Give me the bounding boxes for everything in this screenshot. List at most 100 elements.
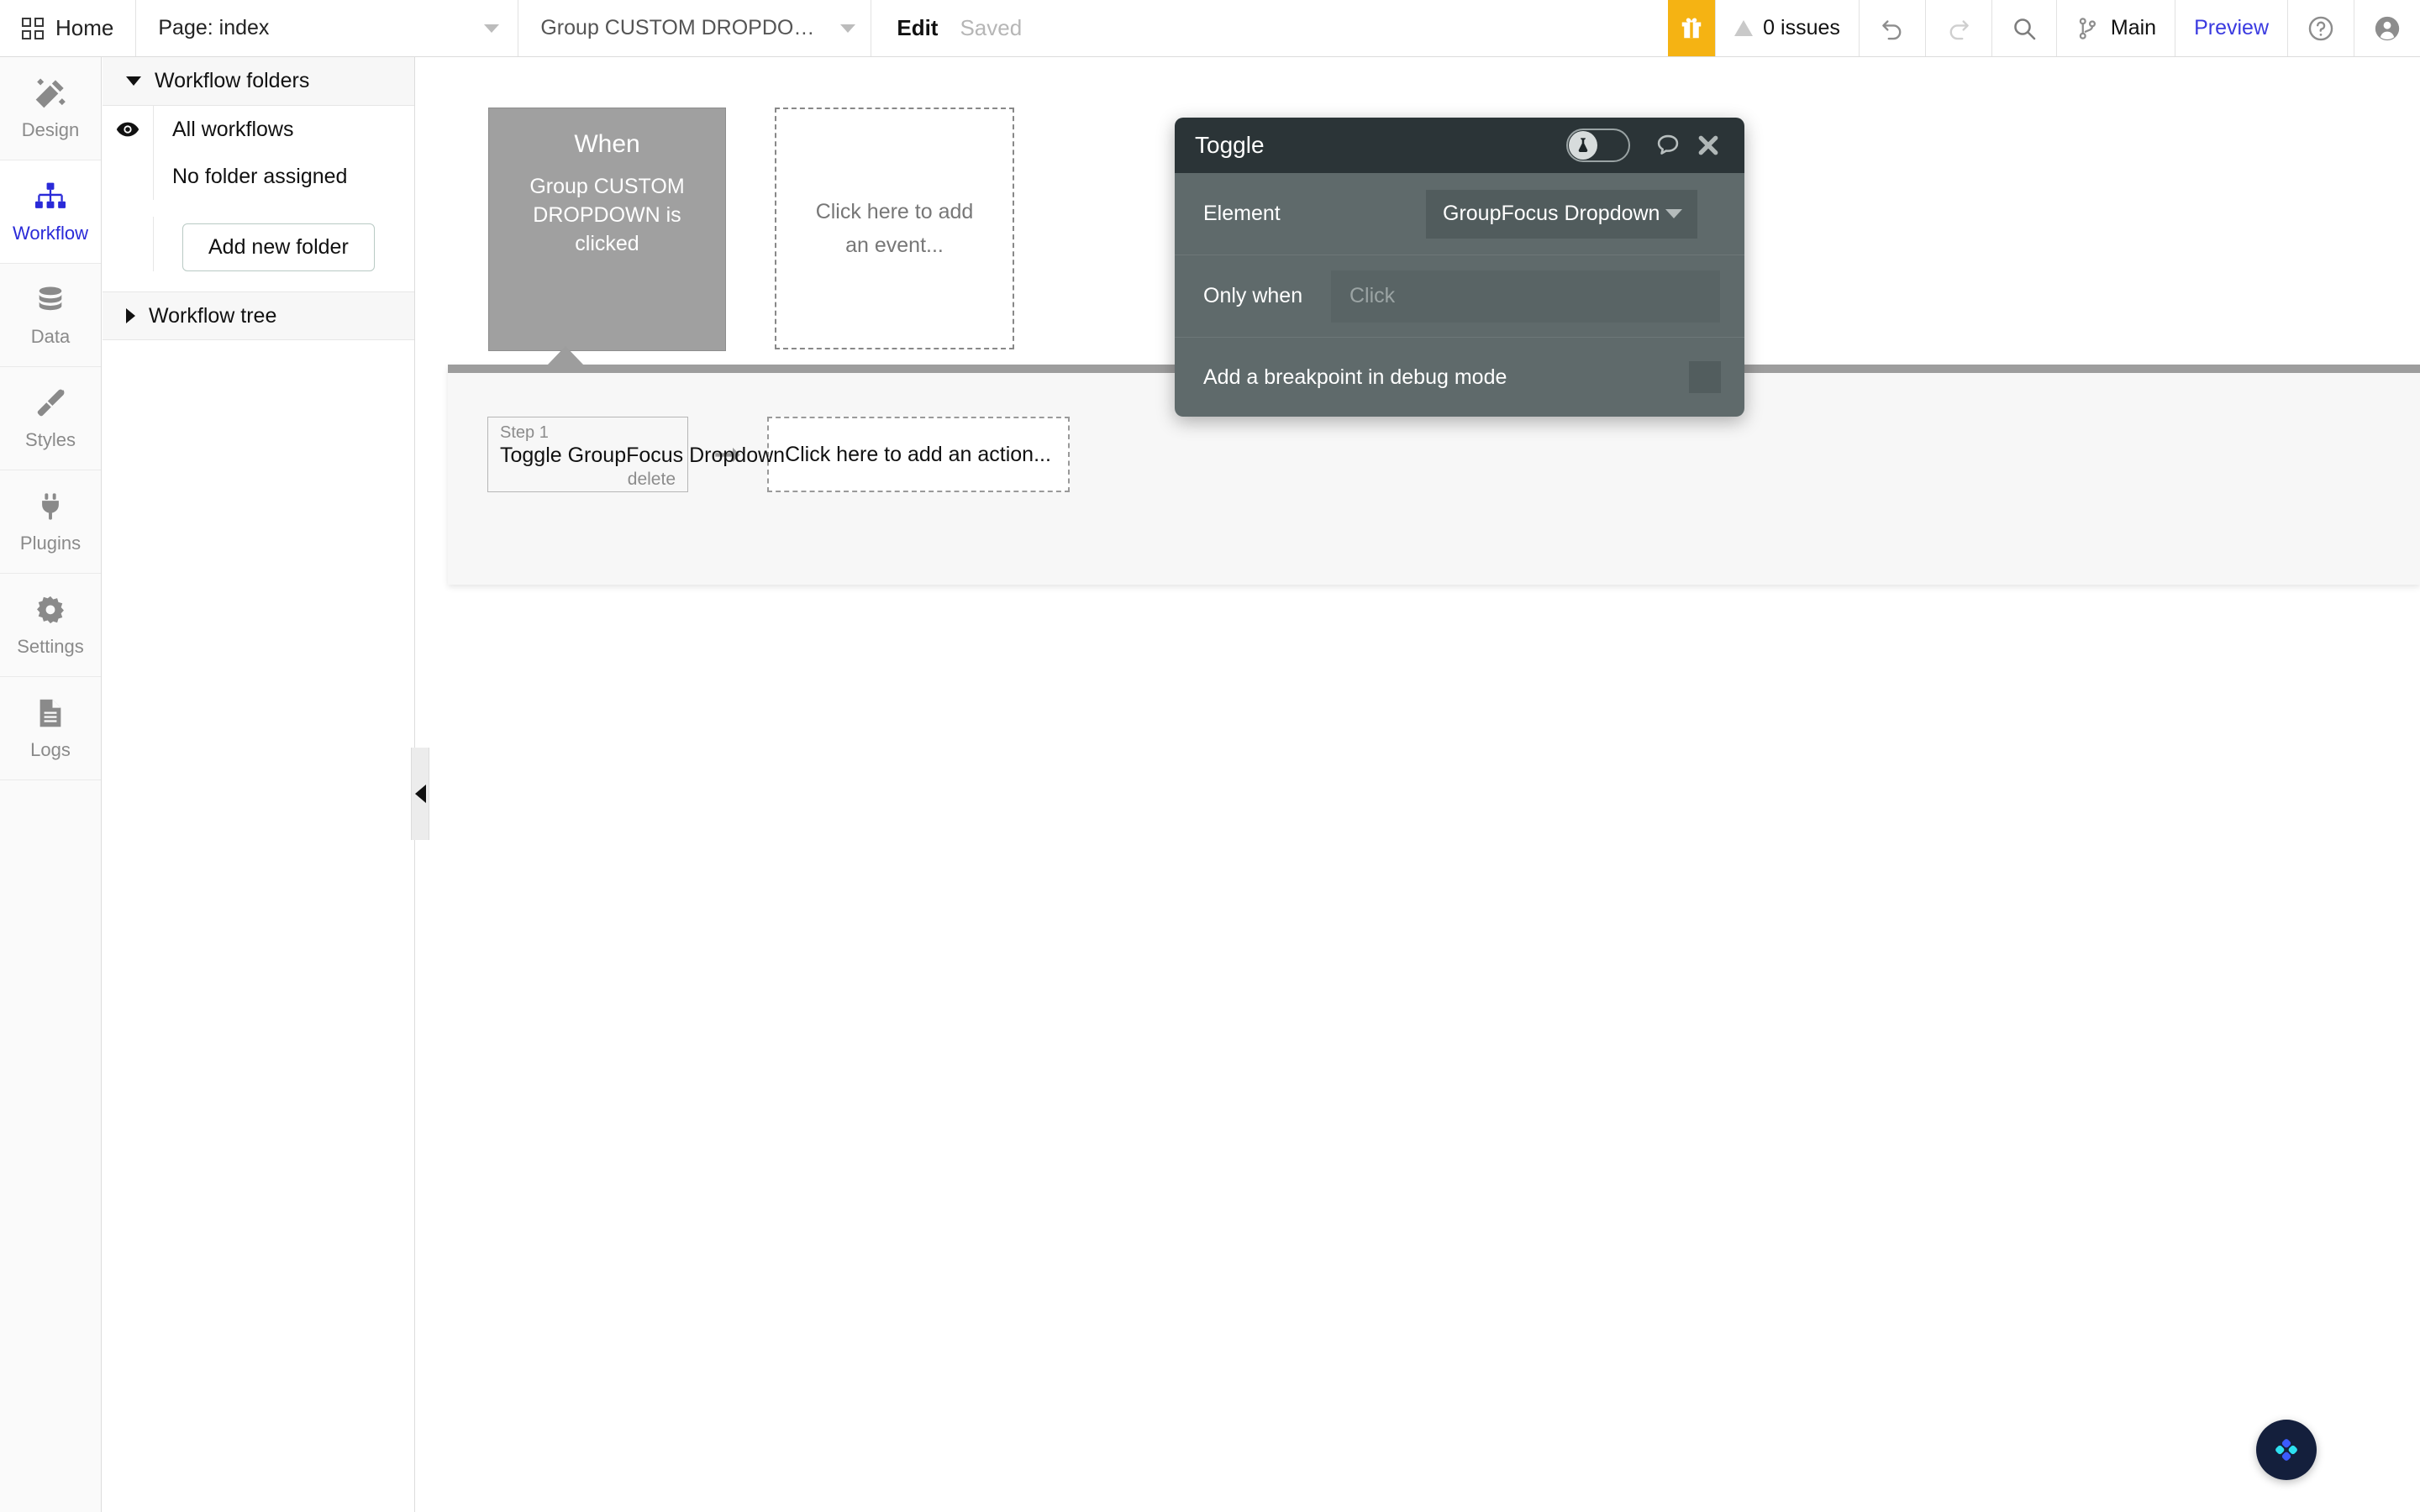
panel-collapse-handle[interactable] <box>411 748 429 840</box>
undo-icon <box>1882 19 1902 39</box>
sidebar-item-settings[interactable]: Settings <box>0 574 101 677</box>
design-pencil-icon <box>33 76 68 111</box>
preview-button[interactable]: Preview <box>2175 0 2287 56</box>
edit-status-group: Edit Saved <box>871 0 1668 56</box>
help-chat-widget-button[interactable] <box>2256 1420 2317 1480</box>
dialog-row-only-when: Only when Click <box>1175 255 1744 338</box>
top-toolbar-right: 0 issues Main Preview <box>1668 0 2420 56</box>
event-selector-label: Group CUSTOM DROPDOWN is c... <box>540 16 832 39</box>
folder-item-no-folder-assigned[interactable]: No folder assigned <box>103 153 414 200</box>
issues-label: 0 issues <box>1763 16 1840 39</box>
flask-icon <box>1578 138 1588 152</box>
sidebar-item-label: Design <box>21 119 80 140</box>
workflow-folders-title: Workflow folders <box>155 69 310 92</box>
workflow-folders-body: All workflows No folder assigned Add new… <box>103 106 414 291</box>
chevron-down-icon <box>840 24 856 33</box>
database-icon <box>33 282 68 318</box>
sidebar-item-design[interactable]: Design <box>0 57 101 160</box>
workflow-tree-header[interactable]: Workflow tree <box>103 291 414 340</box>
paintbrush-icon <box>33 386 68 421</box>
triangle-right-icon <box>126 308 135 323</box>
element-label: Element <box>1203 202 1281 225</box>
dialog-header: Toggle <box>1175 118 1744 173</box>
event-selector[interactable]: Group CUSTOM DROPDOWN is c... <box>518 0 872 56</box>
workflow-folders-panel: Workflow folders All workflows No folder… <box>103 57 415 1512</box>
element-dropdown[interactable]: GroupFocus Dropdown <box>1426 189 1697 239</box>
folder-item-row: All workflows <box>153 106 414 153</box>
sidebar-item-label: Logs <box>30 739 71 760</box>
issues-button[interactable]: 0 issues <box>1715 0 1859 56</box>
comment-button[interactable] <box>1650 128 1686 163</box>
breakpoint-label: Add a breakpoint in debug mode <box>1203 365 1507 389</box>
plug-icon <box>33 489 68 524</box>
search-icon <box>2014 18 2036 39</box>
action-properties-dialog: Toggle Element GroupFocus Dropdown Only … <box>1175 118 1744 417</box>
sidebar-item-plugins[interactable]: Plugins <box>0 470 101 574</box>
sidebar-item-label: Workflow <box>12 223 89 244</box>
branch-button[interactable]: Main <box>2055 0 2175 56</box>
folder-item-row: No folder assigned <box>153 153 414 200</box>
only-when-label: Only when <box>1203 284 1303 307</box>
workflow-tree-icon <box>33 179 68 214</box>
sidebar-item-label: Data <box>30 326 71 347</box>
sidebar-item-workflow[interactable]: Workflow <box>0 160 101 264</box>
add-event-placeholder[interactable]: Click here to add an event... <box>775 108 1014 349</box>
eye-icon[interactable] <box>103 121 153 138</box>
page-selector[interactable]: Page: index <box>136 0 519 56</box>
workflow-folders-header[interactable]: Workflow folders <box>103 57 414 106</box>
breakpoint-checkbox[interactable] <box>1689 361 1721 393</box>
chevron-down-icon <box>484 24 500 33</box>
search-button[interactable] <box>1991 0 2056 56</box>
toggle-knob <box>1569 131 1597 160</box>
when-title: When <box>574 130 640 158</box>
branch-label: Main <box>2110 16 2157 39</box>
add-folder-inner: Add new folder <box>153 217 414 271</box>
dialog-title: Toggle <box>1195 132 1265 158</box>
gear-icon <box>33 592 68 627</box>
workflow-tree-title: Workflow tree <box>149 303 277 328</box>
chevron-down-icon <box>1665 209 1682 218</box>
dialog-row-element: Element GroupFocus Dropdown <box>1175 173 1744 255</box>
triangle-down-icon <box>126 76 141 86</box>
close-dialog-button[interactable] <box>1691 128 1726 163</box>
folder-label: All workflows <box>172 117 294 141</box>
when-event-block[interactable]: When Group CUSTOM DROPDOWN is clicked <box>488 108 726 351</box>
step-number: Step 1 <box>500 423 549 442</box>
experimental-toggle[interactable] <box>1566 129 1630 162</box>
edit-mode-label[interactable]: Edit <box>897 15 938 41</box>
collapse-left-arrow-icon <box>414 785 426 803</box>
sidebar-item-logs[interactable]: Logs <box>0 677 101 780</box>
left-nav-rail: Design Workflow Data Styles Plugins Sett… <box>0 57 102 1512</box>
undo-button[interactable] <box>1858 0 1925 56</box>
sidebar-item-styles[interactable]: Styles <box>0 367 101 470</box>
actions-pointer-icon <box>547 346 584 365</box>
event-row: When Group CUSTOM DROPDOWN is clicked Cl… <box>488 108 1014 351</box>
step-delete-link[interactable]: delete <box>500 469 676 490</box>
page-selector-label: Page: index <box>158 16 270 39</box>
only-when-input[interactable]: Click <box>1331 270 1720 323</box>
preview-label: Preview <box>2194 16 2269 39</box>
sidebar-item-label: Styles <box>25 429 76 450</box>
action-step-1[interactable]: Step 1 Toggle GroupFocus Dropdown delete <box>487 417 785 492</box>
redo-button[interactable] <box>1924 0 1991 56</box>
add-folder-wrap: Add new folder <box>103 200 414 291</box>
sidebar-item-data[interactable]: Data <box>0 264 101 367</box>
sidebar-item-label: Plugins <box>19 533 82 554</box>
close-x-icon <box>1698 135 1718 155</box>
help-button[interactable] <box>2287 0 2354 56</box>
grid-icon <box>22 17 44 39</box>
sidebar-item-label: Settings <box>17 636 84 657</box>
saved-status-label: Saved <box>960 15 1023 40</box>
git-branch-icon <box>2079 17 2096 39</box>
add-new-folder-button[interactable]: Add new folder <box>182 223 375 271</box>
add-action-label: Click here to add an action... <box>785 442 1051 466</box>
question-circle-icon <box>2308 16 2333 40</box>
top-toolbar: Home Page: index Group CUSTOM DROPDOWN i… <box>0 0 2420 57</box>
chat-brackets-icon <box>2275 1439 2297 1461</box>
account-button[interactable] <box>2354 0 2420 56</box>
home-button[interactable]: Home <box>0 0 137 56</box>
gift-button[interactable] <box>1668 0 1716 56</box>
folder-item-all-workflows[interactable]: All workflows <box>103 106 414 153</box>
add-action-placeholder[interactable]: Click here to add an action... <box>766 417 1070 492</box>
speech-bubble-icon <box>1657 134 1679 155</box>
